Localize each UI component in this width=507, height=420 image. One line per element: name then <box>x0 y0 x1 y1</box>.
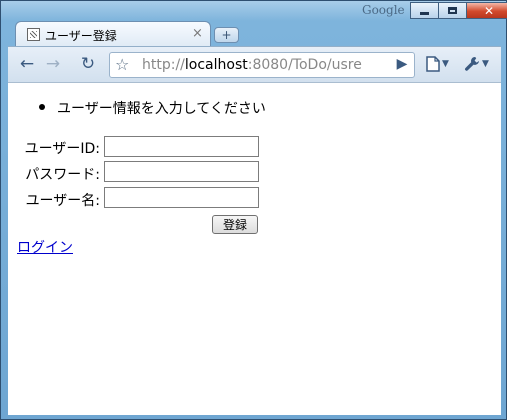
list-bullet <box>39 104 45 110</box>
page-favicon-icon <box>27 28 40 41</box>
chevron-down-icon: ▼ <box>442 59 449 69</box>
maximize-button[interactable] <box>438 2 467 19</box>
url-text[interactable]: http://localhost:8080/ToDo/usre <box>142 57 362 73</box>
new-tab-button[interactable]: + <box>214 27 239 43</box>
url-path: :8080/ToDo/usre <box>247 57 362 73</box>
chevron-down-icon: ▼ <box>482 59 489 69</box>
close-window-button[interactable]: ✕ <box>466 2 507 19</box>
user-name-input[interactable] <box>104 187 259 208</box>
wrench-icon <box>465 57 479 71</box>
browser-window: Google ✕ ユーザー登録 × + ← → ↻ ☆ http://local… <box>0 0 507 420</box>
user-id-label: ユーザーID: <box>24 141 100 157</box>
reload-button[interactable]: ↻ <box>78 54 98 74</box>
minimize-button[interactable] <box>410 2 439 19</box>
url-host: localhost <box>184 57 248 73</box>
maximize-icon <box>448 7 457 14</box>
back-arrow-icon: ← <box>19 54 35 74</box>
minimize-icon <box>420 12 429 15</box>
password-input[interactable] <box>104 161 259 182</box>
login-link[interactable]: ログイン <box>17 237 73 257</box>
reload-icon: ↻ <box>80 54 96 74</box>
user-id-input[interactable] <box>104 136 259 157</box>
tab-title: ユーザー登録 <box>45 29 117 43</box>
play-arrow-icon: ▶ <box>396 56 408 72</box>
address-bar[interactable]: ☆ http://localhost:8080/ToDo/usre <box>109 52 415 78</box>
window-brand-label: Google <box>362 3 405 17</box>
password-label: パスワード: <box>25 167 100 183</box>
page-content: ユーザー情報を入力してください ユーザーID: パスワード: ユーザー名: 登録… <box>8 82 501 415</box>
tools-menu-button[interactable]: ▼ <box>464 54 494 74</box>
user-name-label: ユーザー名: <box>25 193 100 209</box>
instruction-message: ユーザー情報を入力してください <box>57 101 266 117</box>
tab-close-icon[interactable]: × <box>192 26 203 41</box>
window-controls: ✕ <box>410 2 507 20</box>
url-scheme: http:// <box>142 57 185 73</box>
close-icon: ✕ <box>483 3 495 18</box>
forward-button[interactable]: → <box>43 54 63 74</box>
forward-arrow-icon: → <box>45 54 61 74</box>
register-button[interactable]: 登録 <box>212 215 258 234</box>
go-button[interactable]: ▶ <box>392 54 412 74</box>
back-button[interactable]: ← <box>17 54 37 74</box>
bookmark-star-icon[interactable]: ☆ <box>115 55 129 74</box>
tab-user-registration[interactable]: ユーザー登録 × <box>15 21 211 47</box>
plus-icon: + <box>221 28 232 42</box>
page-icon <box>426 56 440 72</box>
browser-toolbar: ← → ↻ ☆ http://localhost:8080/ToDo/usre … <box>8 46 501 82</box>
page-menu-button[interactable]: ▼ <box>426 54 456 74</box>
